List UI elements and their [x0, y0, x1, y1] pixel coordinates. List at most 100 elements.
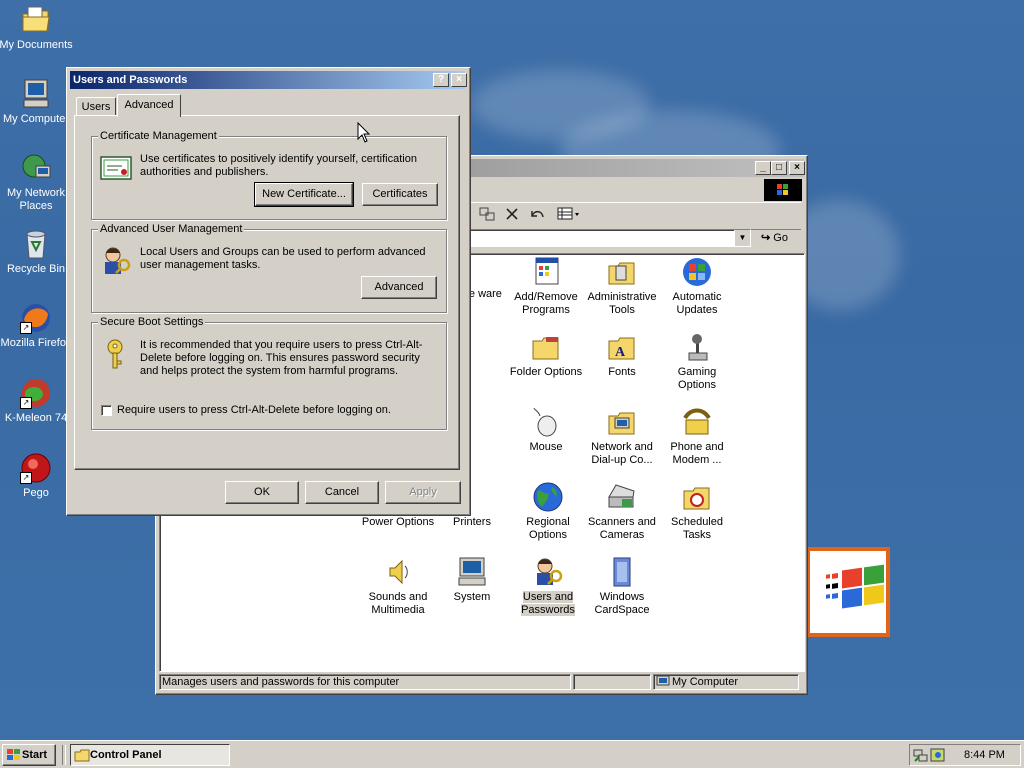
group-certificate-management: Certificate Management Use certificates …	[91, 130, 447, 220]
certificates-button[interactable]: Certificates	[362, 183, 438, 206]
system-tray: 8:44 PM	[909, 744, 1021, 766]
close-button[interactable]: ×	[451, 73, 467, 87]
speaker-icon	[382, 556, 414, 588]
windows-throbber-icon	[764, 179, 802, 201]
cp-item-mouse[interactable]: Mouse	[508, 406, 584, 454]
cp-item-automatic-updates[interactable]: Automatic Updates	[659, 256, 735, 317]
status-zone-pane: My Computer	[653, 674, 799, 690]
status-text: Manages users and passwords for this com…	[162, 676, 400, 688]
delete-icon[interactable]	[504, 206, 520, 222]
start-label: Start	[22, 749, 48, 761]
tab-advanced[interactable]: Advanced	[117, 94, 181, 117]
folder-icon	[20, 4, 52, 36]
close-button[interactable]: ×	[789, 161, 805, 175]
firefox-icon: ↗	[20, 302, 52, 334]
dialog-title-bar[interactable]: Users and Passwords ? ×	[70, 71, 467, 89]
folder-options-icon	[530, 331, 562, 363]
cp-item-gaming-options[interactable]: Gaming Options	[659, 331, 735, 392]
cert-description: Use certificates to positively identify …	[140, 153, 417, 178]
control-panel-icon	[74, 748, 90, 762]
group-legend: Advanced User Management	[98, 223, 245, 235]
adv-description: Local Users and Groups can be used to pe…	[140, 246, 426, 271]
joystick-icon	[681, 331, 713, 363]
cp-item-sounds-multimedia[interactable]: Sounds and Multimedia	[358, 556, 438, 617]
group-advanced-user-management: Advanced User Management Local Users and…	[91, 223, 447, 313]
desktop-icon-label: Pego	[23, 487, 49, 499]
cp-item-phone-modem[interactable]: Phone and Modem ...	[659, 406, 735, 467]
go-button[interactable]: ↪ Go	[761, 229, 799, 247]
cp-item-network-dialup[interactable]: Network and Dial-up Co...	[584, 406, 660, 467]
clock[interactable]: 8:44 PM	[964, 748, 1005, 762]
go-arrow-icon: ↪	[761, 232, 771, 244]
help-button[interactable]: ?	[433, 73, 449, 87]
desktop-icon-pego[interactable]: ↗ Pego	[0, 452, 74, 500]
mouse-icon	[530, 406, 562, 438]
scheduled-tasks-icon	[681, 481, 713, 513]
taskbar-task-control-panel[interactable]: Control Panel	[70, 744, 230, 766]
minimize-button[interactable]: _	[755, 161, 771, 175]
windows-update-icon	[681, 256, 713, 288]
pego-icon: ↗	[20, 452, 52, 484]
admin-tools-icon	[606, 256, 638, 288]
cancel-button[interactable]: Cancel	[305, 481, 379, 504]
globe-icon	[532, 481, 564, 513]
fonts-icon: A	[606, 331, 638, 363]
tab-users[interactable]: Users	[76, 97, 116, 115]
users-passwords-dialog: Users and Passwords ? × Users Advanced C…	[66, 67, 471, 516]
phone-icon	[681, 406, 713, 438]
desktop-icon-k-meleon[interactable]: ↗ K-Meleon 74	[0, 377, 74, 425]
status-zone-label: My Computer	[672, 676, 739, 688]
cp-item-scanners-cameras[interactable]: Scanners and Cameras	[584, 481, 660, 542]
views-icon[interactable]	[557, 206, 583, 222]
tab-page-advanced: Certificate Management Use certificates …	[74, 115, 460, 470]
desktop-icon-label: Mozilla Firefox	[0, 337, 72, 349]
start-button[interactable]: Start	[2, 744, 56, 766]
desktop-icon-label: K-Meleon 74	[4, 412, 68, 424]
shortcut-arrow-icon: ↗	[20, 322, 32, 334]
group-legend: Secure Boot Settings	[98, 316, 206, 328]
network-connections-icon	[606, 406, 638, 438]
status-bar: Manages users and passwords for this com…	[159, 674, 801, 691]
desktop-icon-my-documents[interactable]: My Documents	[0, 4, 74, 52]
address-dropdown-button[interactable]: ▼	[734, 230, 750, 246]
users-keys-icon	[532, 556, 564, 588]
shortcut-arrow-icon: ↗	[20, 397, 32, 409]
status-text-pane: Manages users and passwords for this com…	[159, 674, 571, 690]
dialog-title: Users and Passwords	[73, 74, 188, 86]
windows-flag-icon	[6, 748, 22, 762]
key-icon	[102, 338, 130, 370]
cp-item-windows-cardspace[interactable]: Windows CardSpace	[584, 556, 660, 617]
apply-button[interactable]: Apply	[385, 481, 461, 504]
desktop-icon-my-network-places[interactable]: My Network Places	[0, 152, 74, 213]
mouse-pointer-icon	[357, 121, 371, 144]
cp-item-system[interactable]: System	[434, 556, 510, 604]
desktop-icon-label: My Documents	[0, 39, 73, 51]
taskbar: Start Control Panel 8:44 PM	[0, 740, 1024, 768]
network-tray-icon[interactable]	[913, 747, 929, 763]
new-certificate-button[interactable]: New Certificate...	[254, 182, 354, 207]
svg-text:A: A	[615, 345, 626, 360]
ctrl-alt-del-checkbox[interactable]	[101, 405, 112, 416]
cp-item-users-passwords[interactable]: Users and Passwords	[510, 556, 586, 617]
group-legend: Certificate Management	[98, 130, 219, 142]
move-to-icon[interactable]	[479, 207, 497, 223]
cp-item-folder-options[interactable]: Folder Options	[508, 331, 584, 379]
cp-item-regional-options[interactable]: Regional Options	[510, 481, 586, 542]
shortcut-arrow-icon: ↗	[20, 472, 32, 484]
advanced-button[interactable]: Advanced	[361, 276, 437, 299]
desktop-icon-recycle-bin[interactable]: Recycle Bin	[0, 228, 74, 276]
ctrl-alt-del-label[interactable]: Require users to press Ctrl-Alt-Delete b…	[117, 404, 437, 417]
desktop-icon-label: My Computer	[2, 113, 70, 125]
cp-item-fonts[interactable]: A Fonts	[584, 331, 660, 379]
recycle-bin-icon	[20, 228, 52, 260]
network-icon	[20, 152, 52, 184]
ok-button[interactable]: OK	[225, 481, 299, 504]
desktop-icon-my-computer[interactable]: My Computer	[0, 78, 74, 126]
cp-item-administrative-tools[interactable]: Administrative Tools	[584, 256, 660, 317]
cp-item-add-remove-programs[interactable]: Add/Remove Programs	[508, 256, 584, 317]
desktop-icon-mozilla-firefox[interactable]: ↗ Mozilla Firefox	[0, 302, 74, 350]
cp-item-scheduled-tasks[interactable]: Scheduled Tasks	[659, 481, 735, 542]
undo-icon[interactable]	[528, 206, 546, 222]
maximize-button[interactable]: □	[771, 161, 787, 175]
users-tray-icon[interactable]	[930, 747, 946, 763]
